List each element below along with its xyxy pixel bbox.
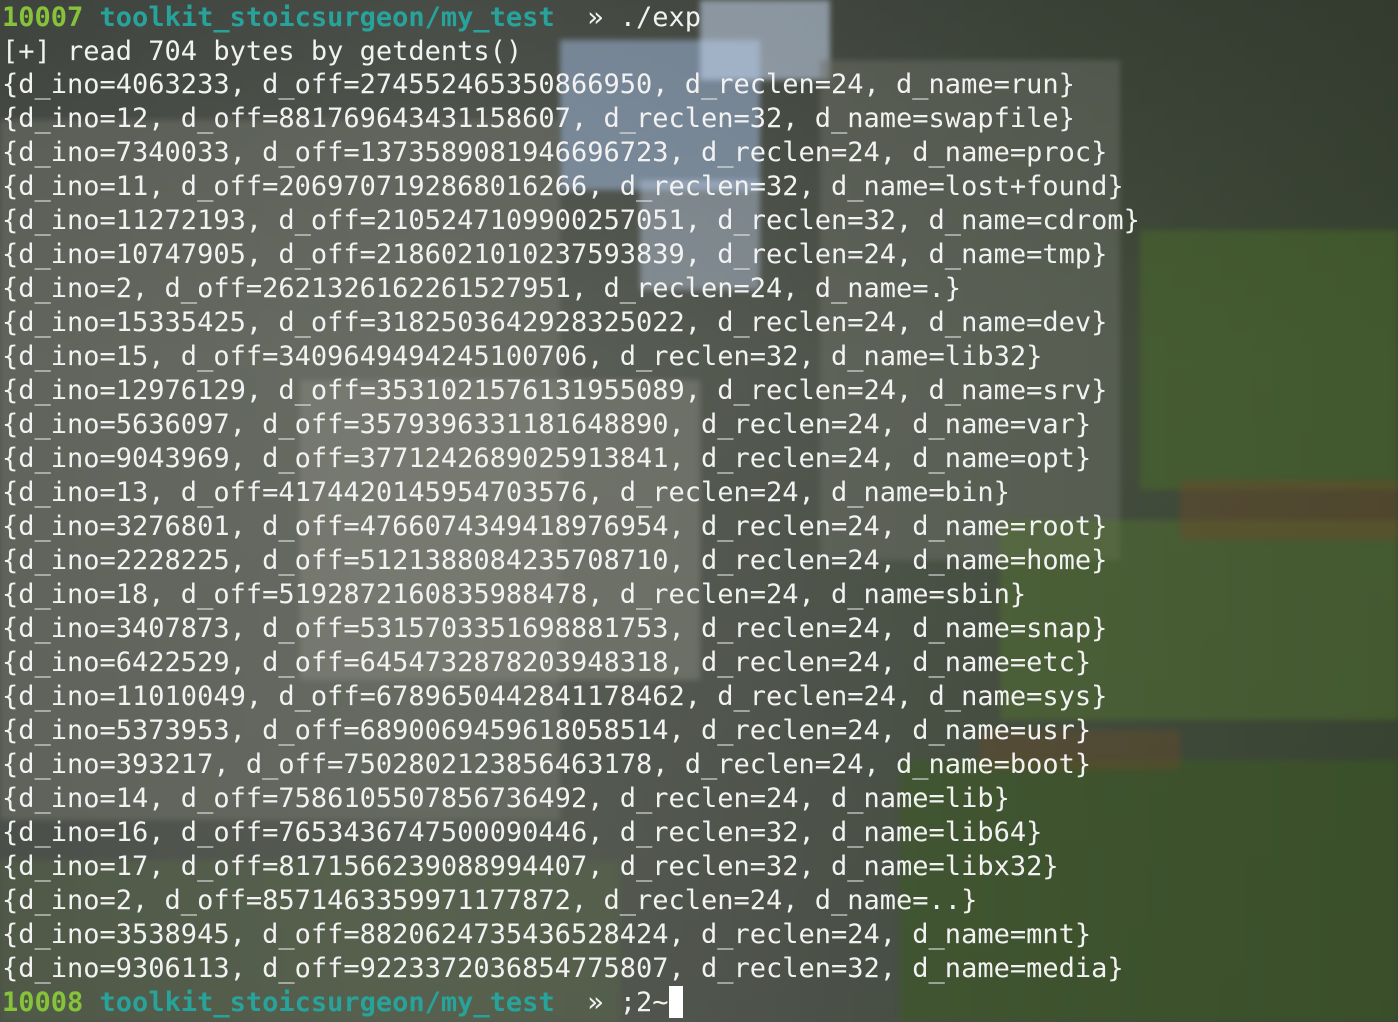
dirent-line: {d_ino=17, d_off=8171566239088994407, d_…	[2, 851, 1059, 882]
dirent-line: {d_ino=3276801, d_off=476607434941897695…	[2, 511, 1108, 542]
dirent-line: {d_ino=6422529, d_off=645473287820394831…	[2, 647, 1092, 678]
dirent-line: {d_ino=12, d_off=881769643431158607, d_r…	[2, 103, 1075, 134]
dirent-line: {d_ino=16, d_off=7653436747500090446, d_…	[2, 817, 1043, 848]
dirent-line: {d_ino=10747905, d_off=21860210102375938…	[2, 239, 1108, 270]
dirent-line: {d_ino=9043969, d_off=377124268902591384…	[2, 443, 1092, 474]
output-line: [+] read 704 bytes by getdents()	[2, 36, 523, 67]
working-directory: toolkit_stoicsurgeon/my_test	[99, 987, 555, 1018]
dirent-line: {d_ino=5636097, d_off=357939633118164889…	[2, 409, 1092, 440]
dirent-line: {d_ino=5373953, d_off=689006945961805851…	[2, 715, 1092, 746]
getdents-output: {d_ino=4063233, d_off=274552465350866950…	[2, 68, 1396, 986]
shell-prompt-line-active[interactable]: 10008 toolkit_stoicsurgeon/my_test » ;2~	[2, 985, 1396, 1020]
text-cursor	[668, 985, 683, 1018]
dirent-line: {d_ino=14, d_off=7586105507856736492, d_…	[2, 783, 1010, 814]
dirent-line: {d_ino=12976129, d_off=35310215761319550…	[2, 375, 1108, 406]
prompt-separator: »	[554, 987, 620, 1018]
dirent-line: {d_ino=15335425, d_off=31825036429283250…	[2, 307, 1108, 338]
dirent-line: {d_ino=9306113, d_off=922337203685477580…	[2, 953, 1124, 984]
dirent-line: {d_ino=13, d_off=4174420145954703576, d_…	[2, 477, 1010, 508]
prompt-separator: »	[554, 2, 620, 33]
dirent-line: {d_ino=3538945, d_off=882062473543652842…	[2, 919, 1092, 950]
dirent-line: {d_ino=11010049, d_off=67896504428411784…	[2, 681, 1108, 712]
terminal-window[interactable]: 10007 toolkit_stoicsurgeon/my_test » ./e…	[2, 0, 1396, 1022]
dirent-line: {d_ino=7340033, d_off=137358908194669672…	[2, 137, 1108, 168]
history-number: 10008	[2, 987, 84, 1018]
shell-prompt-line: 10007 toolkit_stoicsurgeon/my_test » ./e…	[2, 0, 1396, 36]
dirent-line: {d_ino=3407873, d_off=531570335169888175…	[2, 613, 1108, 644]
command-input[interactable]: ;2~	[620, 987, 669, 1018]
working-directory: toolkit_stoicsurgeon/my_test	[99, 2, 555, 33]
dirent-line: {d_ino=11272193, d_off=21052471099002570…	[2, 205, 1140, 236]
command-text: ./exp	[619, 2, 702, 33]
dirent-line: {d_ino=18, d_off=5192872160835988478, d_…	[2, 579, 1027, 610]
dirent-line: {d_ino=15, d_off=3409649494245100706, d_…	[2, 341, 1043, 372]
dirent-line: {d_ino=2, d_off=2621326162261527951, d_r…	[2, 273, 962, 304]
dirent-line: {d_ino=4063233, d_off=274552465350866950…	[2, 69, 1075, 100]
history-number: 10007	[2, 2, 84, 33]
dirent-line: {d_ino=11, d_off=2069707192868016266, d_…	[2, 171, 1124, 202]
dirent-line: {d_ino=2228225, d_off=512138808423570871…	[2, 545, 1108, 576]
dirent-line: {d_ino=2, d_off=8571463359971177872, d_r…	[2, 885, 978, 916]
dirent-line: {d_ino=393217, d_off=7502802123856463178…	[2, 749, 1092, 780]
